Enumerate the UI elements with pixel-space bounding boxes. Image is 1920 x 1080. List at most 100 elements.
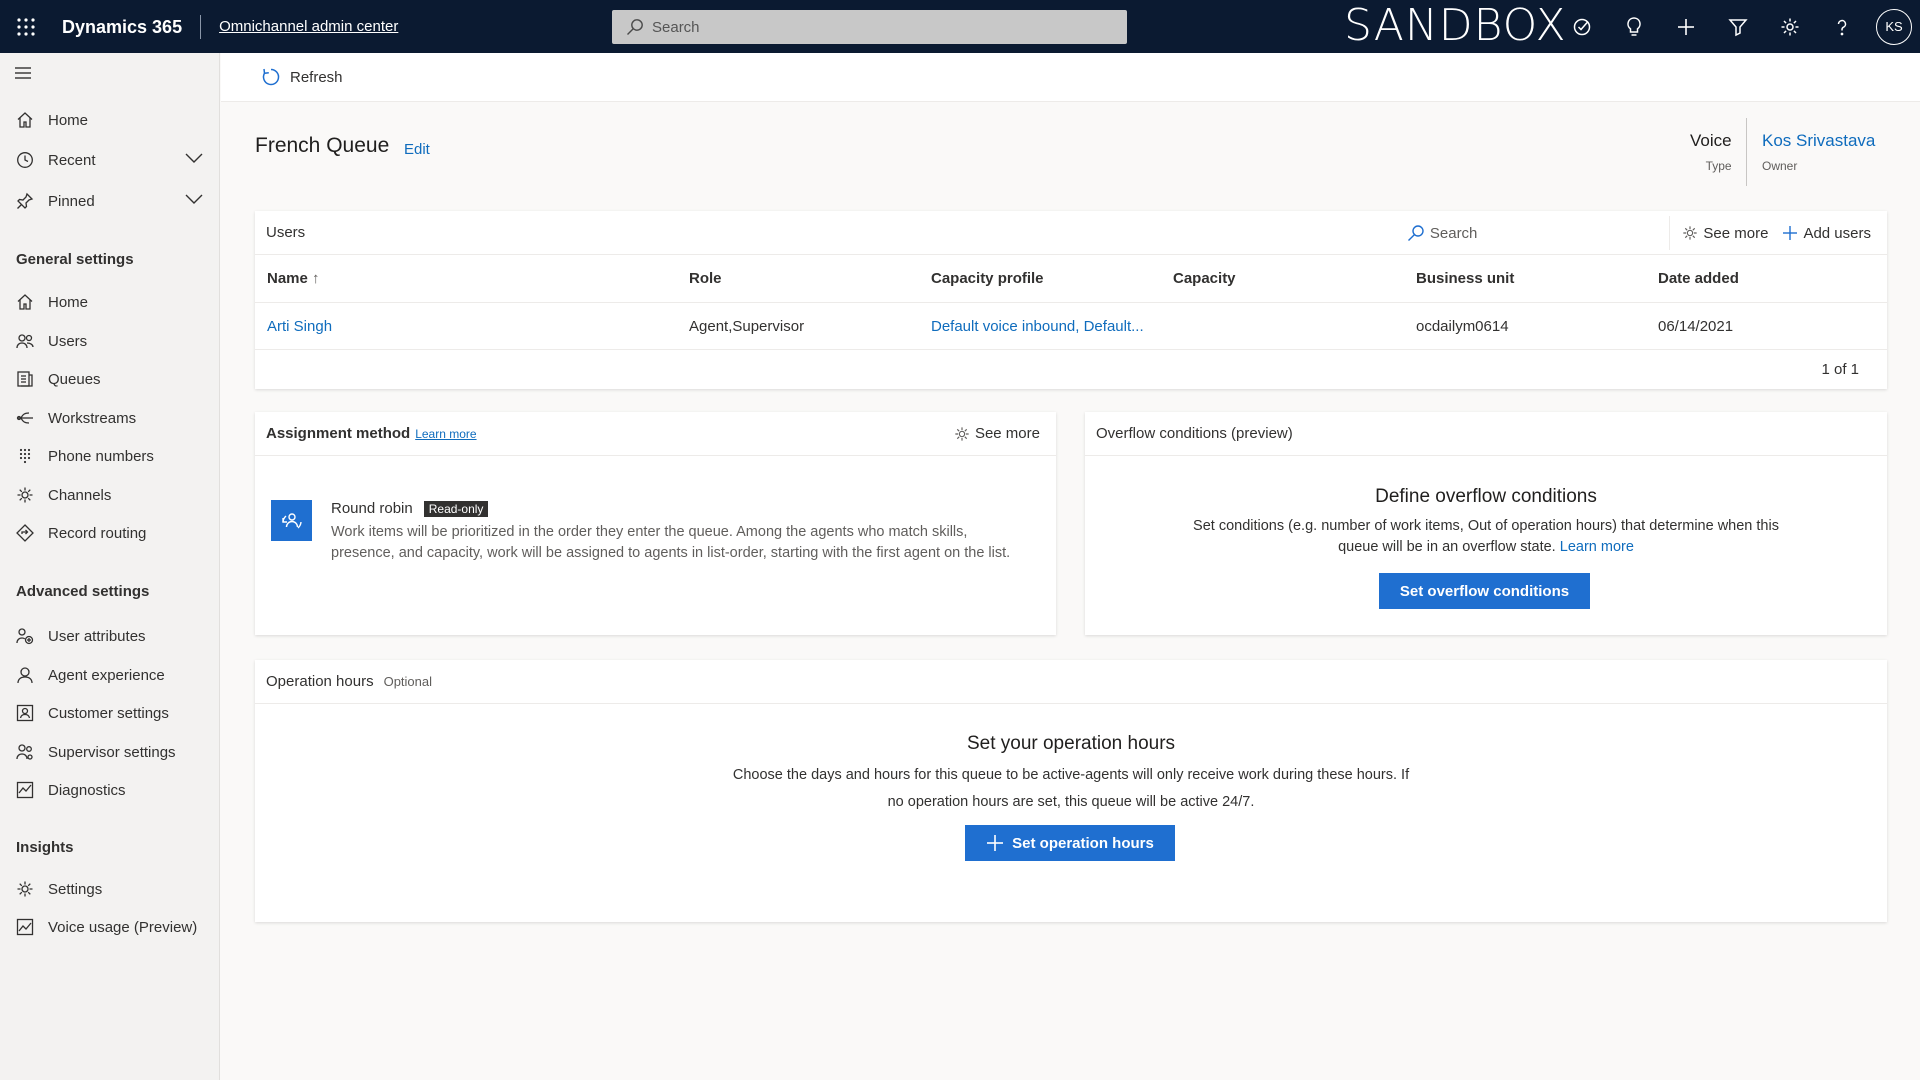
queues-icon [16, 370, 34, 388]
users-icon [16, 332, 34, 350]
header-divider [1746, 118, 1747, 186]
sidebar-item-queues[interactable]: Queues [0, 361, 219, 397]
supervisor-icon [16, 743, 34, 761]
page-title: French Queue [255, 134, 390, 157]
sidebar-item-workstreams[interactable]: Workstreams [0, 400, 219, 436]
set-operation-hours-label: Set operation hours [1012, 834, 1154, 852]
customer-icon [16, 704, 34, 722]
overflow-conditions-card: Overflow conditions (preview) Define ove… [1085, 412, 1887, 635]
sidebar-item-label: Recent [48, 151, 96, 169]
users-card-header: Users Search See more Add users [255, 211, 1887, 255]
see-more-label: See more [1703, 224, 1769, 242]
operation-hours-heading: Set your operation hours [966, 733, 1176, 754]
refresh-button[interactable]: Refresh [261, 67, 343, 87]
chevron-down-icon[interactable] [185, 193, 203, 205]
sidebar-item-pinned[interactable]: Pinned [0, 183, 219, 219]
overflow-card-title: Overflow conditions (preview) [1096, 425, 1293, 442]
assignment-method-description: Work items will be prioritized in the or… [331, 524, 1011, 561]
column-header-business-unit[interactable]: Business unit [1416, 270, 1514, 287]
sidebar-item-channels[interactable]: Channels [0, 477, 219, 513]
users-search[interactable]: Search [1407, 224, 1478, 242]
assignment-see-more-button[interactable]: See more [954, 425, 1040, 442]
sidebar-item-recent[interactable]: Recent [0, 142, 219, 178]
help-icon[interactable] [1816, 0, 1868, 53]
optional-label: Optional [383, 674, 432, 689]
user-avatar[interactable]: KS [1876, 8, 1912, 45]
sidebar-item-label: Record routing [48, 524, 147, 542]
set-overflow-conditions-button[interactable]: Set overflow conditions [1379, 573, 1590, 609]
type-field: Voice Type [1690, 131, 1732, 173]
search-icon [1407, 224, 1430, 242]
user-name-link[interactable]: Arti Singh [267, 318, 332, 335]
global-search-input[interactable] [652, 18, 1092, 36]
sidebar-item-label: Home [48, 111, 89, 129]
sidebar-item-home[interactable]: Home [0, 102, 219, 138]
settings-icon[interactable] [1764, 0, 1816, 53]
capacity-profile-link[interactable]: Default voice inbound, Default... [931, 318, 1144, 335]
users-grid-header: Name ↑ Role Capacity profile Capacity Bu… [255, 255, 1887, 303]
users-see-more-button[interactable]: See more [1682, 225, 1768, 242]
filter-icon[interactable] [1712, 0, 1764, 53]
sidebar-item-label: Users [48, 332, 88, 350]
waffle-icon[interactable] [0, 0, 52, 53]
sidebar-item-label: Pinned [48, 192, 95, 210]
global-search[interactable] [612, 10, 1127, 44]
sidebar-item-general-home[interactable]: Home [0, 284, 219, 320]
table-row[interactable]: Arti Singh Agent,Supervisor Default voic… [255, 303, 1887, 350]
hamburger-menu-icon[interactable] [14, 66, 32, 80]
assignment-learn-more-link[interactable]: Learn more [415, 427, 476, 441]
edit-link[interactable]: Edit [404, 141, 430, 158]
sidebar-item-label: Queues [48, 370, 101, 388]
sidebar-item-insights-settings[interactable]: Settings [0, 871, 219, 907]
assignment-method-name: Round robin [331, 500, 413, 517]
users-card-title: Users [266, 224, 306, 241]
column-header-role[interactable]: Role [689, 270, 722, 287]
sidebar-item-label: User attributes [48, 627, 146, 645]
sidebar-item-agent-experience[interactable]: Agent experience [0, 657, 219, 693]
column-header-capacity-profile[interactable]: Capacity profile [931, 270, 1044, 287]
lightbulb-icon[interactable] [1608, 0, 1660, 53]
column-header-name[interactable]: Name ↑ [267, 270, 320, 287]
sidebar-item-user-attributes[interactable]: User attributes [0, 618, 219, 654]
operation-hours-card-header: Operation hours Optional [255, 660, 1887, 704]
sidebar-item-customer-settings[interactable]: Customer settings [0, 695, 219, 731]
agent-icon [16, 666, 34, 684]
plus-icon[interactable] [1660, 0, 1712, 53]
overflow-learn-more-link[interactable]: Learn more [1560, 539, 1634, 555]
column-header-date-added[interactable]: Date added [1658, 270, 1739, 287]
sidebar-item-label: Home [48, 293, 89, 311]
routing-icon [16, 524, 34, 542]
sidebar-item-label: Supervisor settings [48, 743, 176, 761]
refresh-icon [261, 67, 290, 87]
app-name-link[interactable]: Omnichannel admin center [219, 18, 398, 35]
settings-icon [16, 880, 34, 898]
sidebar-item-voice-usage[interactable]: Voice usage (Preview) [0, 909, 219, 945]
plus-icon [1782, 225, 1803, 241]
chart-icon [16, 918, 34, 936]
users-card: Users Search See more Add users Name ↑ R… [255, 211, 1887, 389]
set-operation-hours-button[interactable]: Set operation hours [965, 825, 1175, 861]
sort-ascending-icon: ↑ [312, 270, 320, 287]
users-search-label: Search [1429, 224, 1478, 242]
column-header-capacity[interactable]: Capacity [1173, 270, 1236, 287]
task-icon[interactable] [1556, 0, 1608, 53]
sidebar-item-supervisor-settings[interactable]: Supervisor settings [0, 734, 219, 770]
operation-hours-card-title: Operation hours [266, 673, 374, 690]
brand-name[interactable]: Dynamics 365 [62, 14, 202, 39]
channels-icon [16, 486, 34, 504]
overflow-card-header: Overflow conditions (preview) [1085, 412, 1887, 456]
sidebar-item-diagnostics[interactable]: Diagnostics [0, 772, 219, 808]
environment-label: SANDBOX [1344, 0, 1567, 51]
owner-link[interactable]: Kos Srivastava [1762, 131, 1875, 151]
chevron-down-icon[interactable] [185, 152, 203, 164]
assignment-card-title: Assignment method [266, 425, 411, 442]
sidebar-item-label: Phone numbers [48, 447, 154, 465]
sidebar-item-record-routing[interactable]: Record routing [0, 515, 219, 551]
sidebar-item-users[interactable]: Users [0, 323, 219, 359]
sidebar-item-label: Voice usage (Preview) [48, 918, 198, 936]
see-more-label: See more [974, 425, 1040, 442]
add-users-button[interactable]: Add users [1782, 225, 1871, 242]
user-date-added: 06/14/2021 [1658, 318, 1734, 335]
sidebar-item-phone-numbers[interactable]: Phone numbers [0, 438, 219, 474]
user-role: Agent,Supervisor [689, 318, 805, 335]
